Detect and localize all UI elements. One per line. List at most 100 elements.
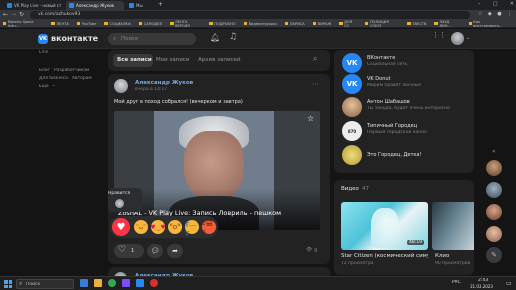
- reaction-wow-icon[interactable]: °o°: [168, 220, 182, 234]
- apps-grid-icon[interactable]: ⋮⋮: [432, 31, 446, 39]
- reaction-laugh-icon[interactable]: ᵔᴗᵔ: [134, 220, 148, 234]
- menu-icon[interactable]: ⋮: [507, 11, 512, 19]
- list-item-name[interactable]: Типичный Городец: [367, 123, 417, 129]
- search-input[interactable]: ⌕ Поиск: [108, 33, 196, 45]
- back-icon[interactable]: ←: [3, 11, 8, 18]
- anton-avatar[interactable]: [342, 97, 362, 117]
- chrome-icon[interactable]: [108, 279, 116, 287]
- video-thumbnail-2[interactable]: [432, 202, 474, 250]
- views-eye-icon: 👁︎: [306, 247, 313, 253]
- bookmark-item[interactable]: Как восстановить...: [468, 20, 508, 27]
- post-time[interactable]: вчера в 14:17: [135, 87, 167, 92]
- reaction-love-eyes-icon[interactable]: ♥‿♥: [150, 220, 166, 234]
- close-icon[interactable]: ✕: [510, 1, 514, 9]
- taskbar-search-box[interactable]: ⌕ Поиск: [16, 279, 74, 289]
- compose-message-icon[interactable]: ✎: [486, 247, 502, 263]
- left-menu-developers[interactable]: Разработчикам: [54, 68, 89, 73]
- left-menu-blog[interactable]: Блог: [39, 68, 50, 73]
- videos-header[interactable]: Видео: [341, 186, 359, 192]
- vk-logo-icon[interactable]: VK: [38, 34, 48, 44]
- post-author-avatar[interactable]: [114, 79, 128, 93]
- bookmark-item[interactable]: ЛЕНТА ВЕРСИЯ: [170, 20, 201, 27]
- maximize-icon[interactable]: □: [493, 1, 498, 9]
- reload-icon[interactable]: ↻: [19, 11, 24, 18]
- clock-date[interactable]: 31.03.2023: [470, 284, 493, 289]
- tab-all-posts[interactable]: Все записи: [113, 54, 153, 67]
- bookmark-item[interactable]: ТВЕСТВ: [407, 22, 426, 26]
- left-menu-partial-item[interactable]: Line: [39, 50, 48, 55]
- reaction-heart-icon[interactable]: ♥: [112, 218, 130, 236]
- new-tab-icon[interactable]: +: [158, 2, 163, 8]
- post-text: Мой друг в поход собрался! (вечерком и з…: [114, 99, 243, 105]
- like-button[interactable]: ♡ 1: [114, 244, 144, 258]
- chat-avatar[interactable]: [486, 182, 502, 198]
- chat-avatar[interactable]: [486, 204, 502, 220]
- address-bar[interactable]: vk.com/azhukov93: [30, 11, 470, 19]
- tab-my-posts[interactable]: Мои записи: [156, 57, 190, 63]
- gorodets-detka-avatar[interactable]: [342, 145, 362, 165]
- vk-community-logo-icon[interactable]: VK: [342, 53, 362, 73]
- notifications-icon[interactable]: ▭: [506, 280, 512, 287]
- left-menu-more[interactable]: Ещё: [39, 84, 49, 89]
- list-item-name[interactable]: VK Donut: [367, 76, 391, 82]
- task-view-icon[interactable]: [80, 279, 88, 287]
- left-menu-authors[interactable]: Авторам: [72, 76, 92, 81]
- collapse-chats-icon[interactable]: «: [492, 148, 496, 155]
- bookmark-item[interactable]: ЛАРИСА: [284, 22, 305, 26]
- bookmark-item[interactable]: ПОЛИЦИЯ СОЮЗ: [365, 20, 399, 27]
- forward-icon[interactable]: →: [11, 11, 16, 18]
- reaction-angry-icon[interactable]: ಠ益ಠ: [202, 219, 216, 236]
- bookmark-item[interactable]: ЛАУД ДИН...: [434, 20, 460, 27]
- profile-icon[interactable]: ●: [497, 11, 501, 19]
- app-icon[interactable]: [136, 279, 144, 287]
- input-language[interactable]: РУС: [452, 280, 461, 285]
- chat-avatar[interactable]: [486, 226, 502, 242]
- bookmark-item[interactable]: Видеоигрушки: [243, 22, 277, 26]
- bookmark-item[interactable]: САМОДЕЛ: [138, 22, 162, 26]
- reaction-sad-icon[interactable]: ╥﹏╥: [185, 219, 199, 236]
- list-item-name[interactable]: Это Городец, Детка!: [367, 152, 422, 158]
- bell-icon[interactable]: 🔔︎: [210, 33, 220, 42]
- music-icon[interactable]: ♫: [229, 32, 237, 42]
- bookmark-item[interactable]: ЛЕНТА: [51, 22, 69, 26]
- post-more-icon[interactable]: ⋯: [312, 80, 319, 88]
- bookmark-label: ДЛЯ СС: [344, 20, 353, 28]
- wall-search-icon[interactable]: ⌕: [313, 54, 317, 64]
- bookmark-item[interactable]: СОЦИАЛКИ: [104, 22, 131, 26]
- clock-time[interactable]: 2:43: [478, 278, 488, 283]
- extensions-icon[interactable]: ◆: [488, 11, 492, 19]
- vk-donut-logo-icon[interactable]: VK: [342, 74, 362, 94]
- post-video[interactable]: ☆ ZoshAL - VK Play Live: Запись Ловриль …: [114, 111, 320, 230]
- video-bookmark-icon[interactable]: ☆: [307, 114, 314, 123]
- left-menu-business[interactable]: Для бизнеса: [39, 76, 68, 81]
- liked-user-avatar[interactable]: [115, 199, 124, 208]
- chat-avatar[interactable]: [486, 160, 502, 176]
- app-icon[interactable]: [122, 279, 130, 287]
- vk-logo-text[interactable]: вконтакте: [51, 34, 98, 44]
- chevron-down-icon[interactable]: ⌄: [466, 35, 470, 41]
- typical-gorodets-logo-icon[interactable]: 870: [342, 121, 362, 141]
- file-explorer-icon[interactable]: [94, 279, 102, 287]
- bookmark-item[interactable]: ДЛЯ СС: [339, 20, 357, 28]
- browser-tab-2[interactable]: Александр Жуков: [66, 1, 124, 10]
- browser-tab-3[interactable]: Мы: [126, 1, 154, 10]
- list-item-name[interactable]: Антон Шабашов: [367, 99, 410, 105]
- video-thumbnail-1[interactable]: 48:19: [341, 202, 428, 250]
- star-icon[interactable]: ☆: [478, 11, 482, 19]
- bookmark-item[interactable]: Roberts Space Indu...: [3, 20, 43, 27]
- bookmark-item[interactable]: ПОДРОБНО: [209, 22, 236, 26]
- list-item-name[interactable]: ВКонтакте: [367, 55, 395, 61]
- bookmark-item[interactable]: ВИРАЖ: [312, 22, 331, 26]
- post-author-name[interactable]: Александр Жуков: [135, 80, 193, 86]
- comment-icon[interactable]: 💬︎: [147, 244, 163, 258]
- browser-tab-1[interactable]: VK Play Live - новый стриминг: [4, 1, 64, 10]
- windows-start-icon[interactable]: [4, 280, 12, 288]
- tab-archive[interactable]: Архив записей: [198, 57, 241, 63]
- minimize-icon[interactable]: –: [478, 1, 481, 9]
- video-title[interactable]: Star Citizen (космический симу...: [341, 253, 428, 259]
- bookmark-item[interactable]: YouTube: [76, 22, 96, 26]
- video-title[interactable]: Клио: [435, 253, 474, 259]
- user-avatar[interactable]: [451, 32, 464, 45]
- app-icon[interactable]: [150, 279, 158, 287]
- share-icon[interactable]: ➦: [167, 244, 183, 258]
